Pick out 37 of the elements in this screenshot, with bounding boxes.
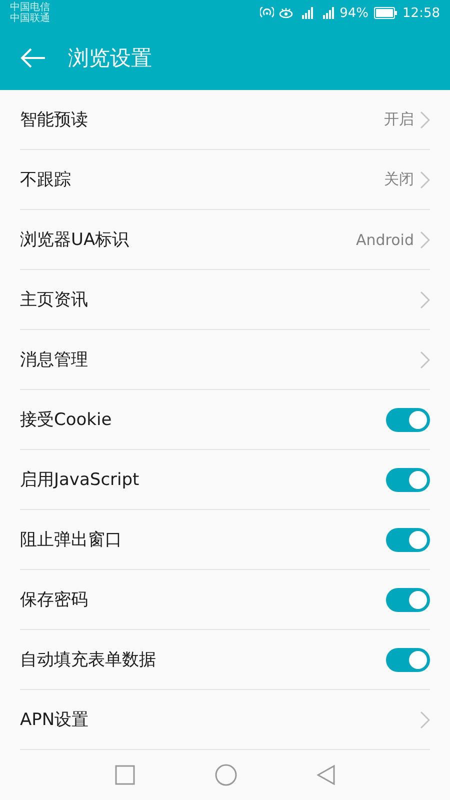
- eye-icon: [278, 7, 293, 19]
- recent-apps-icon[interactable]: [115, 765, 135, 785]
- setting-label: 启用JavaScript: [20, 469, 140, 491]
- setting-label[interactable]: 智能预读: [20, 108, 88, 131]
- setting-label: 阻止弹出窗口: [20, 529, 122, 551]
- back-arrow-icon[interactable]: [20, 47, 46, 69]
- hotspot-icon: [260, 7, 274, 19]
- chevron-icon: [420, 290, 430, 308]
- setting-value: 开启: [384, 110, 414, 129]
- battery-icon: [374, 7, 398, 19]
- toggle-switch[interactable]: [386, 468, 430, 492]
- home-icon[interactable]: [215, 764, 237, 786]
- setting-label[interactable]: APN设置: [20, 708, 89, 731]
- page-title: 浏览设置: [68, 45, 152, 72]
- carrier-name: 中国电信: [10, 2, 50, 13]
- carrier-name: 中国联通: [10, 13, 50, 24]
- chevron-icon: [420, 230, 430, 248]
- toggle-switch[interactable]: [386, 648, 430, 672]
- setting-label[interactable]: 浏览器UA标识: [20, 228, 130, 251]
- setting-label: 接受Cookie: [20, 409, 112, 431]
- chevron-icon: [420, 710, 430, 728]
- setting-value: 关闭: [384, 170, 414, 189]
- setting-label: 保存密码: [20, 589, 88, 611]
- setting-label: 自动填充表单数据: [20, 649, 156, 671]
- back-icon[interactable]: [317, 765, 335, 785]
- toggle-switch[interactable]: [386, 588, 430, 612]
- chevron-icon: [420, 350, 430, 368]
- chevron-icon: [420, 110, 430, 128]
- clock-time: 12:58: [402, 6, 440, 20]
- setting-label[interactable]: 不跟踪: [20, 168, 71, 191]
- chevron-icon: [420, 170, 430, 188]
- setting-label[interactable]: 消息管理: [20, 348, 88, 371]
- setting-value: Android: [356, 230, 414, 248]
- battery-percent: 94%: [340, 6, 369, 20]
- setting-label[interactable]: 主页资讯: [20, 288, 88, 311]
- toggle-switch[interactable]: [386, 528, 430, 552]
- toggle-switch[interactable]: [386, 408, 430, 432]
